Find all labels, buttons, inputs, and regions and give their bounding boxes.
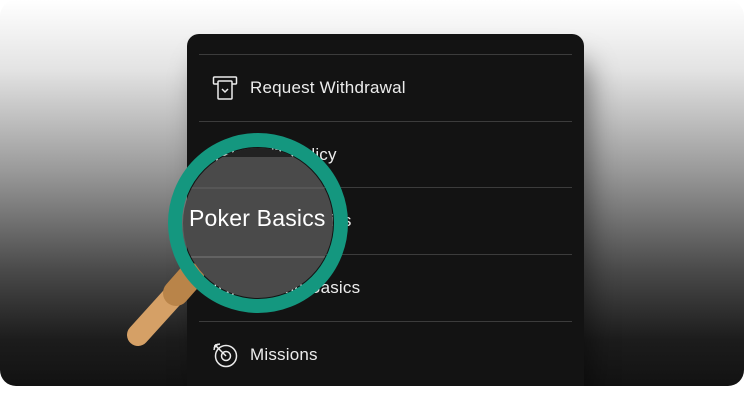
magnifier-handle <box>127 272 196 346</box>
menu-item-label: Missions <box>250 345 318 364</box>
policy-icon <box>212 142 238 168</box>
menu-item-label: Request Withdrawal <box>250 78 406 97</box>
menu-item-label: RNT Policy <box>250 145 337 164</box>
illustration-card: Request Withdrawal RNT Policy Poker Basi… <box>0 0 744 386</box>
menu-item-label: Casino Basics <box>250 278 361 297</box>
atm-withdrawal-icon <box>212 75 238 101</box>
menu-item-request-withdrawal[interactable]: Request Withdrawal <box>187 55 584 121</box>
menu-item-rnt-policy[interactable]: RNT Policy <box>187 122 584 188</box>
magnified-text: Poker Basics <box>189 205 326 231</box>
menu-item-casino-basics[interactable]: Casino Basics <box>187 255 584 321</box>
chip-icon <box>212 275 238 301</box>
menu-item-missions[interactable]: Missions <box>187 322 584 386</box>
target-dart-icon <box>212 342 238 368</box>
